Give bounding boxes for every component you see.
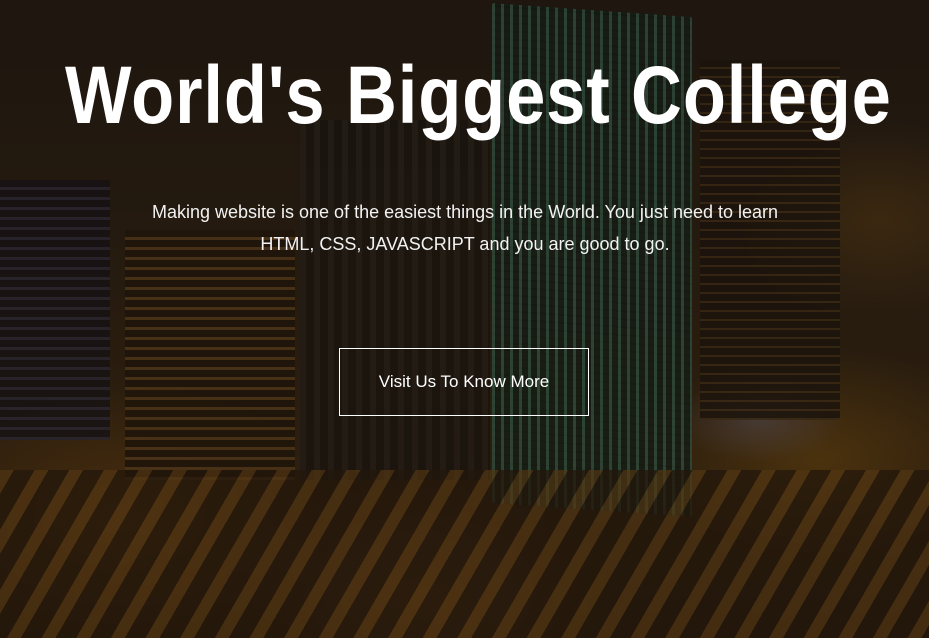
hero-title: World's Biggest College: [65, 50, 892, 141]
hero-section: World's Biggest College Making website i…: [0, 0, 929, 638]
visit-us-button[interactable]: Visit Us To Know More: [339, 348, 589, 416]
hero-subtitle: Making website is one of the easiest thi…: [151, 202, 779, 254]
hero-content: World's Biggest College Making website i…: [0, 0, 929, 638]
